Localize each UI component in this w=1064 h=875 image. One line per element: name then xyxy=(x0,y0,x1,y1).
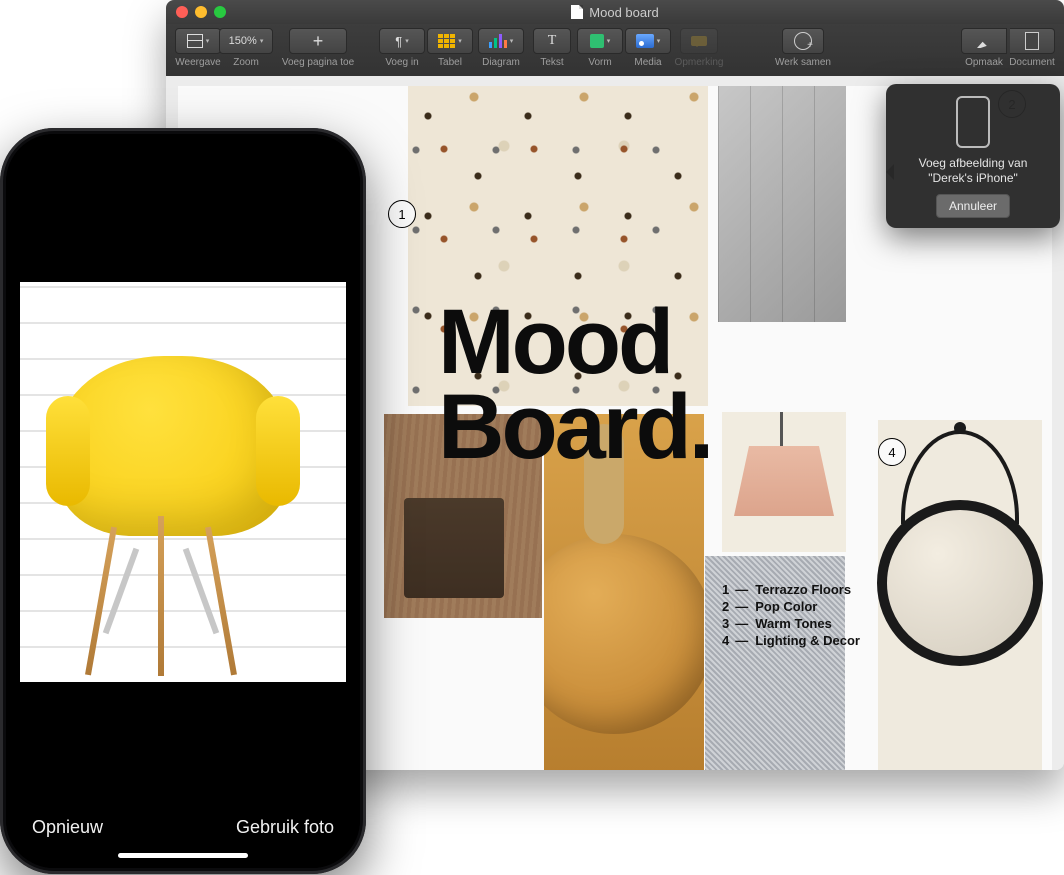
phone-outline-icon xyxy=(956,96,990,148)
shape-label: Vorm xyxy=(588,57,611,68)
popover-text: Voeg afbeelding van "Derek's iPhone" xyxy=(896,156,1050,186)
retake-button[interactable]: Opnieuw xyxy=(32,817,103,838)
plus-icon: + xyxy=(313,32,324,50)
collaborate-icon xyxy=(794,32,812,50)
minimize-window-button[interactable] xyxy=(195,6,207,18)
table-icon xyxy=(438,34,455,48)
toolbar: ▾ Weergave 150%▾ Zoom + Voeg pagina toe … xyxy=(166,24,1064,80)
table-label: Tabel xyxy=(438,57,462,68)
close-window-button[interactable] xyxy=(176,6,188,18)
add-page-label: Voeg pagina toe xyxy=(282,57,354,68)
chair-leg xyxy=(85,527,117,676)
toolbar-group-insert: ¶▾ Voeg in ▾ Tabel ▾ Diagram T Tekst ▾ xyxy=(378,28,726,68)
collaborate-label: Werk samen xyxy=(775,57,831,68)
mirror-disc xyxy=(877,500,1043,666)
toolbar-group-collab: Werk samen xyxy=(768,28,838,68)
view-menu-button[interactable]: ▾ Weergave xyxy=(174,28,222,68)
add-page-button[interactable]: + Voeg pagina toe xyxy=(270,28,366,68)
legend-row: 4—Lighting & Decor xyxy=(722,633,860,648)
paragraph-icon: ¶ xyxy=(395,34,402,49)
document-icon xyxy=(1025,32,1039,50)
chart-icon xyxy=(489,34,507,48)
media-label: Media xyxy=(634,57,661,68)
cancel-button[interactable]: Annuleer xyxy=(936,194,1010,218)
camera-capture-screen: Opnieuw Gebruik foto xyxy=(6,134,360,868)
view-icon xyxy=(187,34,203,48)
zoom-window-button[interactable] xyxy=(214,6,226,18)
chair-leg xyxy=(205,527,237,676)
chart-menu-button[interactable]: ▾ Diagram xyxy=(474,28,528,68)
headline-line-2: Board. xyxy=(438,385,711,470)
text-icon: T xyxy=(548,33,557,49)
text-label: Tekst xyxy=(540,57,563,68)
iphone-notch xyxy=(103,134,263,164)
legend[interactable]: 1—Terrazzo Floors 2—Pop Color 3—Warm Ton… xyxy=(722,580,860,650)
legend-row: 2—Pop Color xyxy=(722,599,860,614)
chair-seat xyxy=(58,356,288,536)
window-title: Mood board xyxy=(571,5,658,20)
format-label: Opmaak xyxy=(965,57,1003,68)
window-controls xyxy=(176,6,226,18)
format-inspector-button[interactable]: Opmaak xyxy=(960,28,1008,68)
chair-leg xyxy=(158,516,164,676)
media-menu-button[interactable]: ▾ Media xyxy=(624,28,672,68)
image-concrete[interactable] xyxy=(718,86,846,322)
view-label: Weergave xyxy=(175,57,220,68)
toolbar-group-right: Opmaak Document xyxy=(960,28,1056,68)
image-pendant-lamp[interactable] xyxy=(722,412,846,552)
use-photo-button[interactable]: Gebruik foto xyxy=(236,817,334,838)
iphone-device: Opnieuw Gebruik foto xyxy=(0,128,366,874)
toolbar-group-left: ▾ Weergave 150%▾ Zoom + Voeg pagina toe xyxy=(174,28,366,68)
document-inspector-button[interactable]: Document xyxy=(1008,28,1056,68)
home-indicator[interactable] xyxy=(118,853,248,858)
document-icon xyxy=(571,5,583,19)
zoom-value: 150% xyxy=(229,35,257,47)
stage: Mood board ▾ Weergave 150%▾ Zoom + Voeg … xyxy=(0,0,1064,875)
brush-icon xyxy=(977,34,991,48)
shape-menu-button[interactable]: ▾ Vorm xyxy=(576,28,624,68)
window-title-text: Mood board xyxy=(589,5,658,20)
insert-menu-button[interactable]: ¶▾ Voeg in xyxy=(378,28,426,68)
collaborate-button[interactable]: Werk samen xyxy=(768,28,838,68)
page-headline[interactable]: Mood Board. xyxy=(438,300,711,469)
document-label: Document xyxy=(1009,57,1055,68)
chart-label: Diagram xyxy=(482,57,520,68)
media-icon xyxy=(636,34,654,48)
camera-bottom-bar: Opnieuw Gebruik foto xyxy=(6,817,360,838)
captured-photo xyxy=(20,282,346,682)
iphone-screen: Opnieuw Gebruik foto xyxy=(6,134,360,868)
callout-1[interactable]: 1 xyxy=(388,200,416,228)
comment-icon xyxy=(691,36,707,46)
headline-line-1: Mood xyxy=(438,300,711,385)
legend-row: 3—Warm Tones xyxy=(722,616,860,631)
zoom-label: Zoom xyxy=(233,57,259,68)
chair-illustration xyxy=(38,346,328,676)
shape-icon xyxy=(590,34,604,48)
continuity-camera-popover: Voeg afbeelding van "Derek's iPhone" Ann… xyxy=(886,84,1060,228)
callout-4[interactable]: 4 xyxy=(878,438,906,466)
text-button[interactable]: T Tekst xyxy=(528,28,576,68)
comment-button: Opmerking xyxy=(672,28,726,68)
comment-label: Opmerking xyxy=(675,57,724,68)
insert-label: Voeg in xyxy=(385,57,418,68)
image-hanging-mirror[interactable] xyxy=(878,420,1042,770)
legend-row: 1—Terrazzo Floors xyxy=(722,582,860,597)
zoom-menu-button[interactable]: 150%▾ Zoom xyxy=(222,28,270,68)
table-menu-button[interactable]: ▾ Tabel xyxy=(426,28,474,68)
titlebar[interactable]: Mood board xyxy=(166,0,1064,24)
